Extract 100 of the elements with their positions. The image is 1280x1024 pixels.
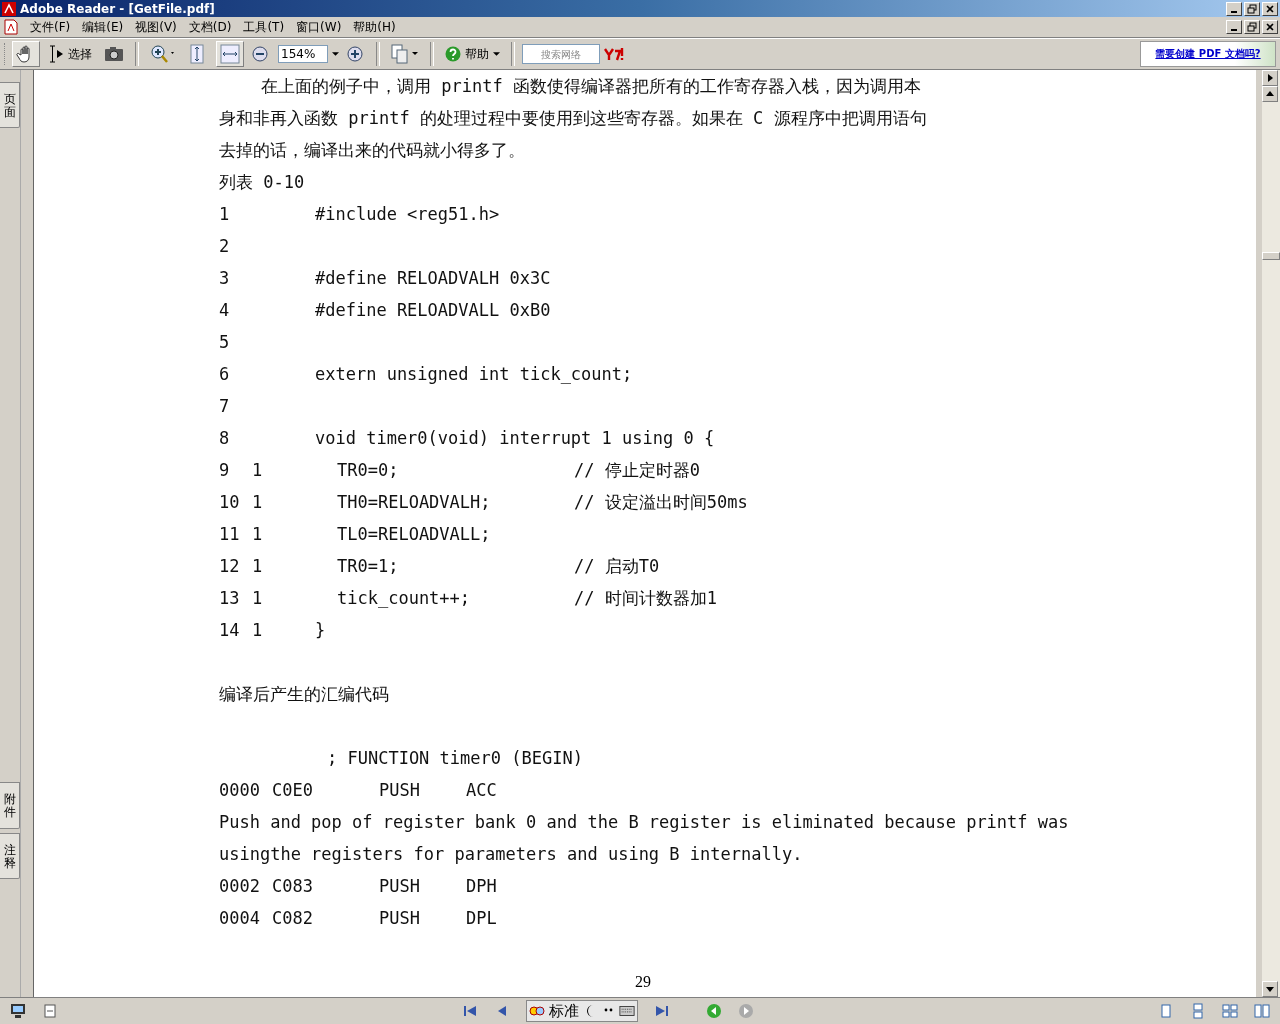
paragraph-text: 身和非再入函数 printf 的处理过程中要使用到这些寄存器。如果在 C 源程序中把调用语句 xyxy=(219,107,927,130)
minimize-icon xyxy=(1231,10,1237,13)
code-comment: // 停止定时器0 xyxy=(574,459,700,482)
line-number: 12 xyxy=(219,555,241,578)
code-text: ; FUNCTION timer0 (BEGIN) xyxy=(326,747,583,770)
side-tab[interactable]: 注释 xyxy=(0,832,20,879)
mnemonic-text: PUSH xyxy=(379,875,421,898)
address-text: 0002 xyxy=(219,875,261,898)
paragraph-text: 去掉的话，编译出来的代码就小得多了。 xyxy=(219,139,525,162)
opcode-text: C082 xyxy=(272,907,314,930)
fit-width-icon xyxy=(220,44,240,64)
pages-icon xyxy=(391,44,419,64)
single-page-icon[interactable] xyxy=(1158,1003,1174,1019)
scroll-down-icon[interactable] xyxy=(1262,981,1278,997)
caret-icon[interactable] xyxy=(332,52,339,56)
hand-tool-button[interactable] xyxy=(12,41,40,67)
menu-item[interactable]: 编辑(E) xyxy=(76,18,130,36)
line-number: 7 xyxy=(219,395,231,418)
paragraph-text: 列表 0-10 xyxy=(219,171,305,194)
operand-text: DPL xyxy=(466,907,497,930)
scroll-thumb[interactable] xyxy=(1262,252,1280,260)
help-button[interactable]: 帮助 xyxy=(441,41,504,67)
menu-item[interactable]: 文档(D) xyxy=(182,18,238,36)
input-method-logo-icon[interactable] xyxy=(529,1003,545,1019)
first-page-icon[interactable] xyxy=(462,1003,478,1019)
fit-page-icon xyxy=(190,44,204,64)
restore-icon xyxy=(1247,22,1257,32)
code-text: extern unsigned int tick_count; xyxy=(315,363,633,386)
nesting-level: 1 xyxy=(252,556,263,576)
code-text: TR0=1; xyxy=(336,555,400,578)
close-button[interactable] xyxy=(1262,1,1278,16)
line-number: 11 xyxy=(219,523,241,546)
menu-item[interactable]: 窗口(W) xyxy=(290,18,348,36)
help-icon xyxy=(445,46,461,62)
restore-button[interactable] xyxy=(1244,20,1260,34)
line-number: 8 xyxy=(219,427,231,450)
paragraph-text: 在上面的例子中，调用 printf 函数使得编译器把所有的工作寄存器入栈，因为调用本 xyxy=(261,75,921,98)
paragraph-text: usingthe registers for parameters and using B internally. xyxy=(219,843,803,866)
back-icon[interactable] xyxy=(706,1003,722,1019)
fit-width-button[interactable] xyxy=(216,41,244,67)
minimize-icon xyxy=(1231,29,1237,31)
line-number: 14 xyxy=(219,619,241,642)
yahoo-logo-icon[interactable] xyxy=(604,47,626,61)
monitor-icon[interactable] xyxy=(10,1003,26,1019)
plus-icon xyxy=(347,46,363,62)
close-icon xyxy=(1265,22,1275,32)
menu-item[interactable]: 帮助(H) xyxy=(347,18,402,36)
restore-icon xyxy=(1247,3,1257,14)
code-text: tick_count++; xyxy=(336,587,472,610)
search-field[interactable]: 搜索网络 xyxy=(522,44,600,64)
line-number: 1 xyxy=(219,203,231,226)
close-button[interactable] xyxy=(1262,20,1278,34)
panel-splitter[interactable] xyxy=(20,70,34,997)
create-pdf-link[interactable]: 需要创建 PDF 文档吗? xyxy=(1140,41,1276,67)
line-number: 5 xyxy=(219,331,231,354)
menu-item[interactable]: 文件(F) xyxy=(24,18,77,36)
menu-item[interactable]: 工具(T) xyxy=(237,18,291,36)
line-number: 6 xyxy=(219,363,231,386)
mnemonic-text: PUSH xyxy=(379,907,421,930)
text-cursor-icon xyxy=(48,45,64,63)
caret-icon xyxy=(493,52,500,56)
page-size-icon[interactable] xyxy=(42,1003,58,1019)
paragraph-text: Push and pop of register bank 0 and the B register is eliminated because printf was xyxy=(219,811,1069,834)
select-tool-button[interactable]: 选择 xyxy=(44,41,96,67)
minus-icon xyxy=(252,46,268,62)
vertical-scrollbar[interactable] xyxy=(1262,70,1280,997)
line-number: 2 xyxy=(219,235,231,258)
code-text: #define RELOADVALH 0x3C xyxy=(315,267,551,290)
minimize-button[interactable] xyxy=(1226,20,1242,34)
opcode-text: C0E0 xyxy=(272,779,314,802)
operand-text: DPH xyxy=(466,875,497,898)
facing-pages-icon[interactable] xyxy=(1222,1003,1238,1019)
nesting-level: 1 xyxy=(252,524,263,544)
address-text: 0004 xyxy=(219,907,261,930)
code-comment: // 启动T0 xyxy=(574,555,660,578)
camera-icon xyxy=(104,46,124,62)
line-number: 10 xyxy=(219,491,241,514)
nesting-level: 1 xyxy=(252,492,263,512)
document-icon xyxy=(4,19,18,35)
line-number: 4 xyxy=(219,299,231,322)
keyboard-icon[interactable] xyxy=(619,1003,635,1019)
zoom-field[interactable]: 154% xyxy=(278,45,328,63)
last-page-icon[interactable] xyxy=(654,1003,670,1019)
code-text: TL0=RELOADVALL; xyxy=(336,523,492,546)
side-tab[interactable]: 页面 xyxy=(0,82,20,129)
page-number: 29 xyxy=(634,973,652,992)
restore-button[interactable] xyxy=(1244,1,1260,16)
operand-text: ACC xyxy=(466,779,497,802)
continuous-icon[interactable] xyxy=(1190,1003,1206,1019)
mnemonic-text: PUSH xyxy=(379,779,421,802)
two-page-icon[interactable] xyxy=(1254,1003,1270,1019)
scroll-up-icon[interactable] xyxy=(1262,86,1278,102)
side-tab[interactable]: 附件 xyxy=(0,782,20,829)
minimize-button[interactable] xyxy=(1226,1,1242,16)
address-text: 0000 xyxy=(219,779,261,802)
window-title: Adobe Reader - [GetFile.pdf] xyxy=(20,1,215,16)
input-mode-text[interactable]: 标准 xyxy=(547,1001,581,1021)
nesting-level: 1 xyxy=(252,620,263,640)
menu-item[interactable]: 视图(V) xyxy=(129,18,183,36)
line-number: 13 xyxy=(219,587,241,610)
